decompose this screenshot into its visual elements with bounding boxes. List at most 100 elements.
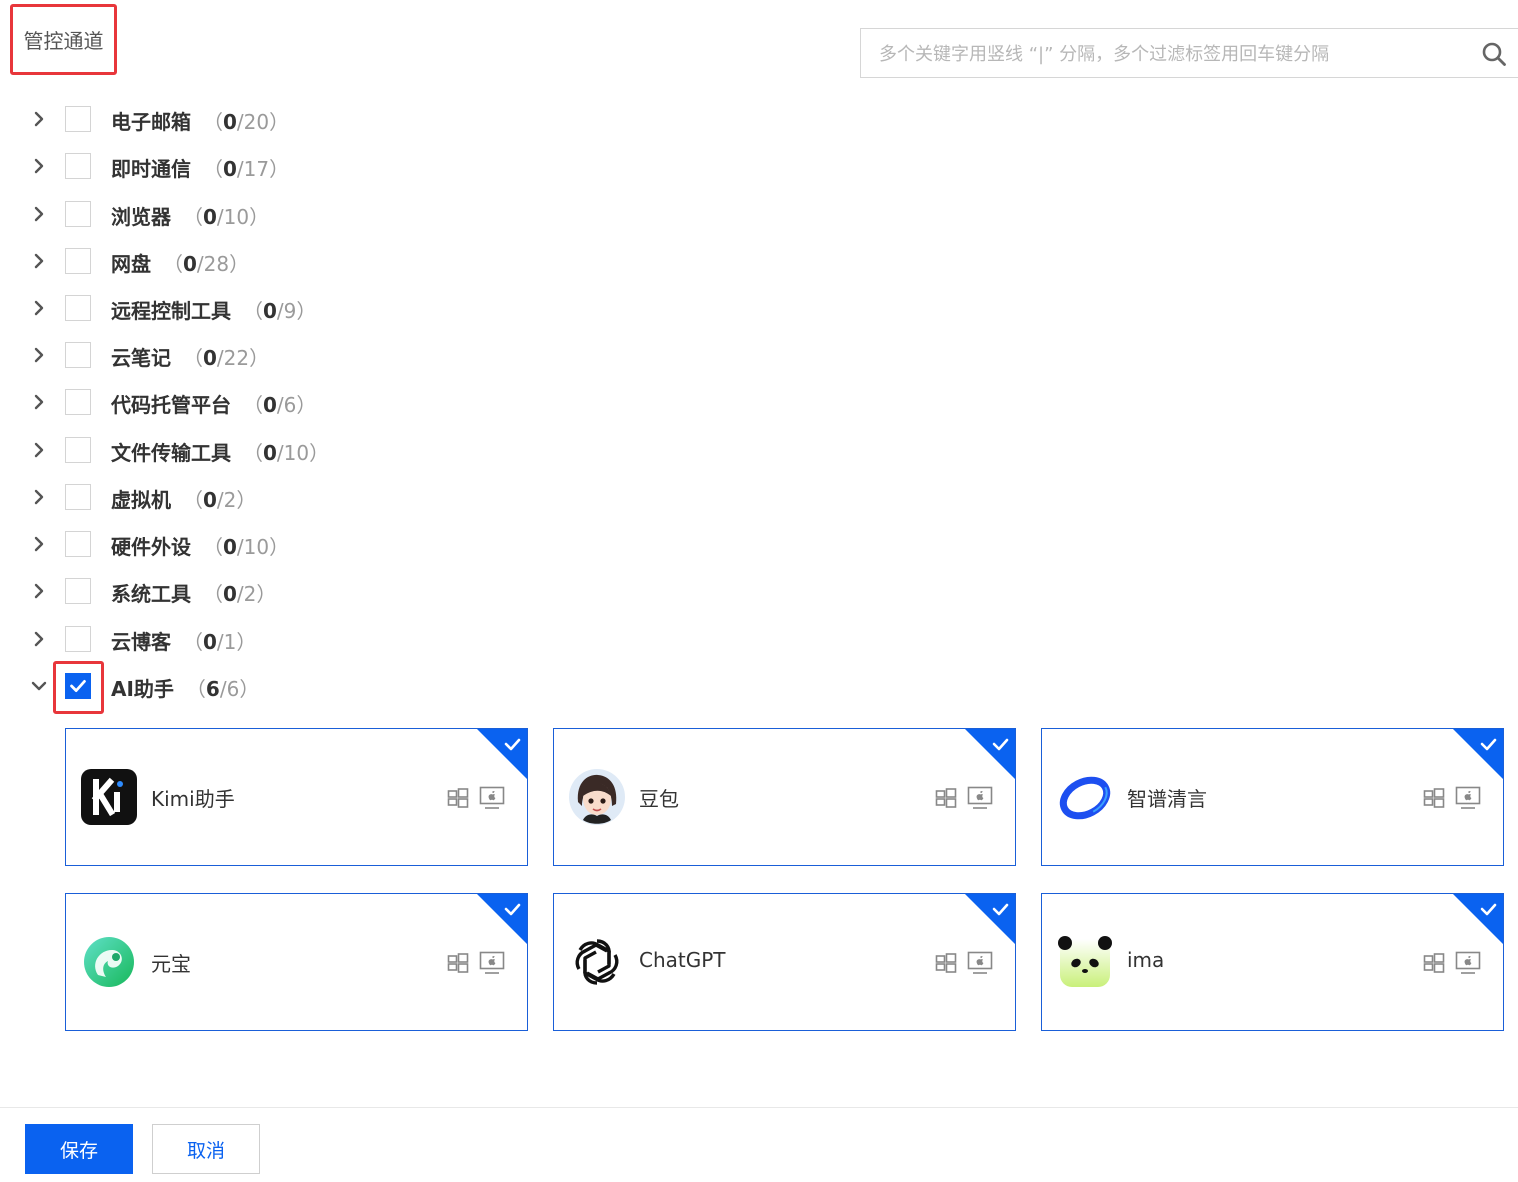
category-row[interactable]: 浏览器 （0/10）: [0, 199, 600, 229]
category-label[interactable]: 云博客 （0/1）: [111, 626, 256, 655]
selected-corner-check-icon: [476, 894, 527, 945]
selected-corner-check-icon: [476, 729, 527, 780]
category-row[interactable]: 云博客 （0/1）: [0, 624, 600, 654]
category-checkbox[interactable]: [65, 389, 91, 415]
count-part: ）: [296, 299, 317, 323]
ai-app-card[interactable]: ChatGPT: [553, 893, 1016, 1031]
count-part: （: [203, 535, 223, 559]
count-part: 0: [203, 630, 217, 654]
category-count: （0/17）: [203, 157, 289, 181]
count-part: ）: [236, 630, 257, 654]
category-checkbox[interactable]: [65, 106, 91, 132]
category-checkbox[interactable]: [65, 248, 91, 274]
category-label[interactable]: 系统工具 （0/2）: [111, 578, 276, 607]
chevron-right-icon[interactable]: [29, 392, 49, 412]
zhipu-logo-icon: [1056, 768, 1114, 826]
mac-platform-icon: [1455, 786, 1481, 810]
count-part: （: [203, 582, 223, 606]
mac-platform-icon: [479, 786, 505, 810]
selected-corner-check-icon: [964, 729, 1015, 780]
category-checkbox[interactable]: [65, 484, 91, 510]
chevron-right-icon[interactable]: [29, 109, 49, 129]
count-part: ）: [269, 535, 290, 559]
category-checkbox[interactable]: [65, 201, 91, 227]
category-name: 电子邮箱: [111, 110, 191, 134]
search-box[interactable]: [860, 28, 1518, 79]
count-part: /17: [236, 157, 270, 181]
category-row[interactable]: 虚拟机 （0/2）: [0, 482, 600, 512]
category-label[interactable]: 即时通信 （0/17）: [111, 153, 289, 182]
category-checkbox[interactable]: [65, 437, 91, 463]
count-part: /10: [236, 535, 270, 559]
ai-app-card[interactable]: Kimi助手: [65, 728, 528, 866]
category-row[interactable]: 系统工具 （0/2）: [0, 576, 600, 606]
category-label[interactable]: 代码托管平台 （0/6）: [111, 389, 316, 418]
count-part: /10: [276, 441, 310, 465]
save-button[interactable]: 保存: [25, 1124, 133, 1174]
category-row[interactable]: 文件传输工具 （0/10）: [0, 435, 600, 465]
category-count: （0/1）: [183, 630, 256, 654]
category-label[interactable]: 远程控制工具 （0/9）: [111, 295, 316, 324]
category-count: （0/20）: [203, 110, 289, 134]
category-label[interactable]: 虚拟机 （0/2）: [111, 484, 256, 513]
category-label[interactable]: 电子邮箱 （0/20）: [111, 106, 289, 135]
category-checkbox[interactable]: [65, 295, 91, 321]
count-part: （: [183, 488, 203, 512]
ai-app-card[interactable]: 智谱清言: [1041, 728, 1504, 866]
category-count: （0/10）: [203, 535, 289, 559]
category-label[interactable]: 浏览器 （0/10）: [111, 201, 269, 230]
count-part: ）: [256, 582, 277, 606]
category-checkbox[interactable]: [65, 626, 91, 652]
chevron-right-icon[interactable]: [29, 440, 49, 460]
chevron-right-icon[interactable]: [29, 534, 49, 554]
count-part: （: [183, 630, 203, 654]
ai-app-card[interactable]: 豆包: [553, 728, 1016, 866]
ai-app-card[interactable]: ima: [1041, 893, 1504, 1031]
chevron-right-icon[interactable]: [29, 251, 49, 271]
category-label[interactable]: 网盘 （0/28）: [111, 248, 249, 277]
chevron-right-icon[interactable]: [29, 204, 49, 224]
doubao-avatar-icon: [568, 768, 626, 826]
category-checkbox[interactable]: [65, 531, 91, 557]
count-part: 0: [263, 441, 277, 465]
count-part: 0: [223, 157, 237, 181]
count-part: 0: [203, 488, 217, 512]
category-label[interactable]: 云笔记 （0/22）: [111, 342, 269, 371]
chevron-right-icon[interactable]: [29, 581, 49, 601]
count-part: 0: [203, 346, 217, 370]
page-title-text: 管控通道: [23, 29, 104, 53]
chevron-right-icon[interactable]: [29, 487, 49, 507]
ai-app-card[interactable]: 元宝: [65, 893, 528, 1031]
category-row[interactable]: 硬件外设 （0/10）: [0, 529, 600, 559]
chatgpt-logo-icon: [568, 933, 626, 991]
category-checkbox[interactable]: [65, 153, 91, 179]
search-input[interactable]: [877, 29, 1471, 79]
chevron-down-icon[interactable]: [29, 676, 49, 696]
chevron-right-icon[interactable]: [29, 298, 49, 318]
chevron-right-icon[interactable]: [29, 345, 49, 365]
category-row[interactable]: 网盘 （0/28）: [0, 246, 600, 276]
search-icon[interactable]: [1481, 41, 1507, 67]
category-checkbox[interactable]: [65, 578, 91, 604]
count-part: ）: [309, 441, 330, 465]
count-part: 6: [205, 677, 220, 701]
category-row[interactable]: 即时通信 （0/17）: [0, 151, 600, 181]
count-part: （: [203, 110, 223, 134]
category-row[interactable]: 远程控制工具 （0/9）: [0, 293, 600, 323]
category-name: 即时通信: [111, 157, 191, 181]
category-label[interactable]: AI助手 （6/6）: [111, 673, 259, 702]
category-name: 浏览器: [111, 205, 171, 229]
chevron-right-icon[interactable]: [29, 629, 49, 649]
category-checkbox[interactable]: [65, 342, 91, 368]
category-label[interactable]: 文件传输工具 （0/10）: [111, 437, 329, 466]
category-row[interactable]: 电子邮箱 （0/20）: [0, 104, 600, 134]
count-part: /9: [276, 299, 297, 323]
ima-panda-icon: [1056, 933, 1114, 991]
category-label[interactable]: 硬件外设 （0/10）: [111, 531, 289, 560]
chevron-right-icon[interactable]: [29, 156, 49, 176]
cancel-button[interactable]: 取消: [152, 1124, 260, 1174]
count-part: ）: [296, 393, 317, 417]
category-row[interactable]: 代码托管平台 （0/6）: [0, 387, 600, 417]
category-count: （0/2）: [183, 488, 256, 512]
category-row[interactable]: 云笔记 （0/22）: [0, 340, 600, 370]
